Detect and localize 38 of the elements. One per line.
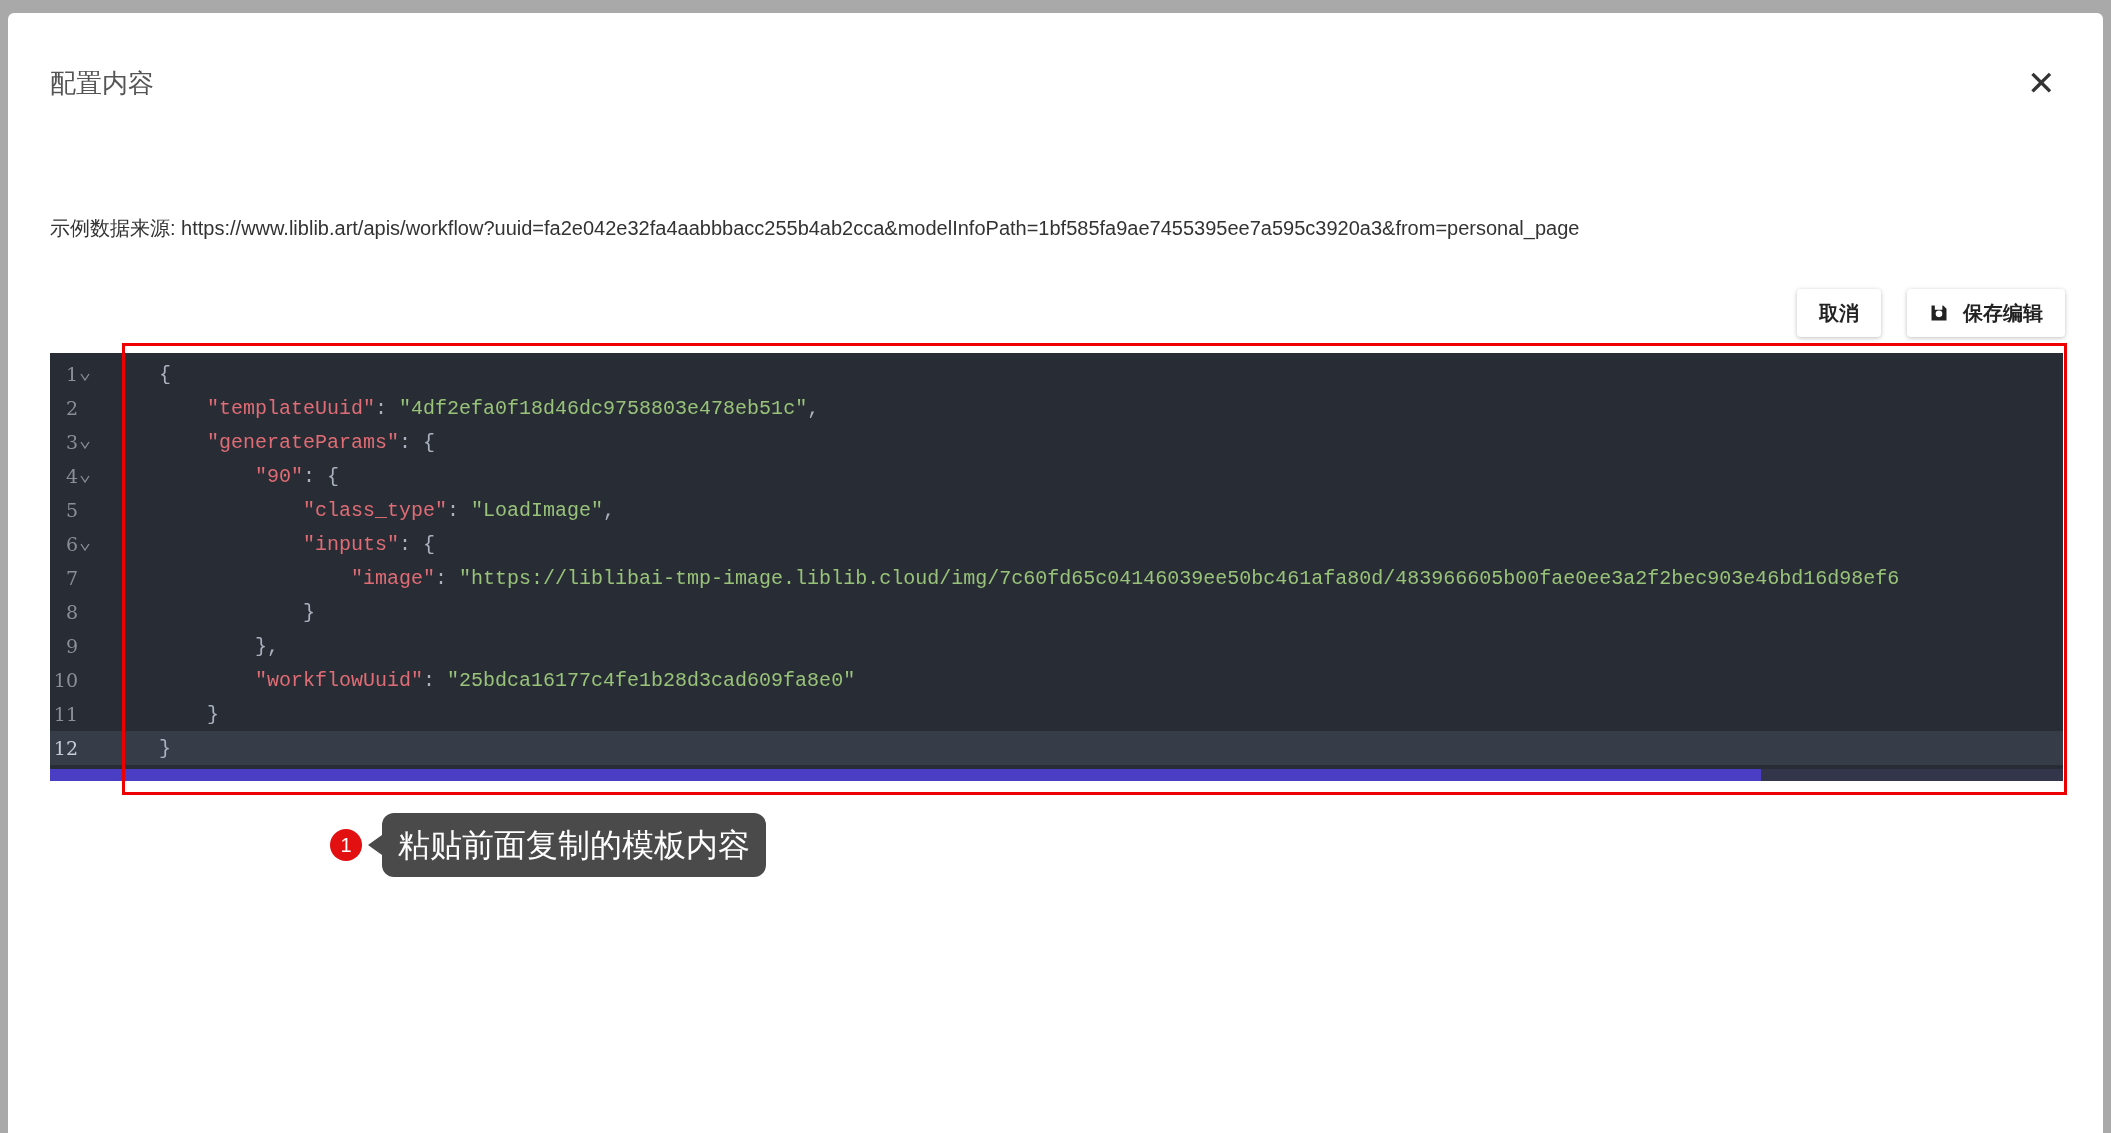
line-number: 7	[64, 567, 78, 589]
fold-caret-icon[interactable]	[80, 475, 90, 483]
code-line: "inputs": {	[302, 532, 436, 556]
save-button[interactable]: 保存编辑	[1907, 289, 2065, 337]
code-line: "90": {	[254, 464, 340, 488]
cancel-button[interactable]: 取消	[1797, 289, 1881, 337]
close-button[interactable]: ✕	[2017, 66, 2065, 100]
code-line: "generateParams": {	[206, 430, 436, 454]
line-number: 2	[64, 397, 78, 419]
fold-caret-icon[interactable]	[80, 543, 90, 551]
code-line: }	[158, 736, 171, 760]
line-number: 4	[64, 465, 78, 487]
code-line: "class_type": "LoadImage",	[302, 498, 616, 522]
fold-caret-icon[interactable]	[80, 373, 90, 381]
code-line: }	[206, 702, 219, 726]
line-number: 11	[52, 703, 78, 725]
code-line: {	[158, 362, 171, 386]
callout-pointer-icon	[368, 835, 382, 855]
line-number: 9	[64, 635, 78, 657]
fold-caret-icon[interactable]	[80, 441, 90, 449]
line-number: 6	[64, 533, 78, 555]
line-number: 10	[52, 669, 78, 691]
source-text: 示例数据来源: https://www.liblib.art/apis/workflow?uuid=fa2e042e32fa4aabbbacc255b4ab2cca&modelInfoPath=1bf585fa9ae7455395ee7a595c3920a3&from=personal_page	[50, 216, 1581, 242]
horizontal-scrollbar[interactable]	[50, 769, 2063, 781]
annotation-callout: 粘贴前面复制的模板内容	[382, 813, 766, 877]
line-number: 3	[64, 431, 78, 453]
step-badge: 1	[330, 829, 362, 861]
code-line: "templateUuid": "4df2efa0f18d46dc9758803e478eb51c",	[206, 396, 820, 420]
line-number: 12	[52, 737, 78, 759]
line-number: 1	[64, 363, 78, 385]
code-line: }	[302, 600, 316, 624]
save-icon	[1929, 303, 1949, 323]
code-line: "workflowUuid": "25bdca16177c4fe1b28d3cad609fa8e0"	[254, 668, 856, 692]
dialog-title: 配置内容	[50, 66, 154, 100]
code-line: "image": "https://liblibai-tmp-image.liblib.cloud/img/7c60fd65c04146039ee50bc461afa80d/483966605b00fae0ee3a2f2bec903e46bd16d98ef6	[350, 566, 1900, 590]
code-line: },	[254, 634, 280, 658]
line-number: 5	[64, 499, 78, 521]
line-number: 8	[64, 601, 78, 623]
